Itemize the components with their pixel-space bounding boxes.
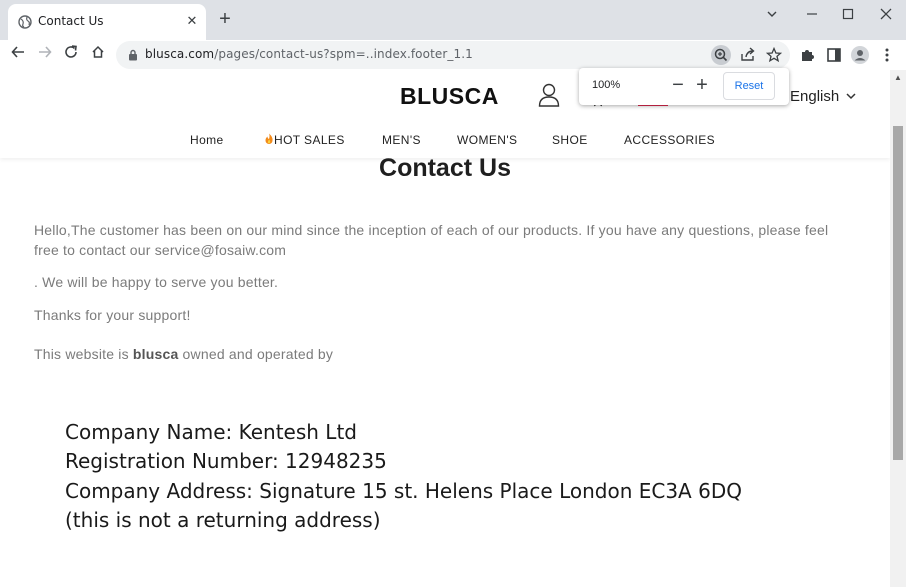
nav-accessories[interactable]: ACCESSORIES (624, 133, 715, 147)
scroll-up-arrow-icon[interactable]: ▲ (894, 73, 902, 82)
zoom-popup: 100% − + Reset (579, 68, 789, 105)
zoom-in-button[interactable]: + (692, 74, 712, 96)
page-title: Contact Us (379, 154, 511, 182)
side-panel-icon[interactable] (824, 45, 844, 65)
url-path: /pages/contact-us?spm=..index.footer_1.1 (214, 47, 473, 61)
home-button[interactable] (88, 45, 108, 65)
ownership-prefix: This website is (34, 346, 133, 362)
thanks-paragraph: Thanks for your support! (34, 307, 191, 323)
tab-close-icon[interactable]: ✕ (184, 13, 200, 29)
back-arrow-icon (11, 46, 24, 58)
tab-strip: Contact Us ✕ + (0, 0, 906, 40)
ownership-suffix: owned and operated by (178, 346, 334, 362)
globe-icon (18, 15, 32, 29)
reload-icon (65, 45, 77, 58)
zoom-icon[interactable] (711, 45, 731, 65)
zoom-level: 100% (592, 79, 621, 91)
reload-button[interactable] (61, 45, 81, 65)
new-tab-button[interactable]: + (216, 9, 234, 29)
address-bar[interactable]: blusca.com/pages/contact-us?spm=..index.… (116, 41, 790, 69)
nav-shoe[interactable]: SHOE (552, 133, 588, 147)
nav-hot-sales-label: HOT SALES (274, 133, 345, 147)
extensions-puzzle-icon[interactable] (798, 45, 818, 65)
url-text: blusca.com/pages/contact-us?spm=..index.… (145, 47, 473, 61)
brand-name: blusca (132, 346, 179, 362)
zoom-out-button[interactable]: − (668, 74, 688, 96)
url-host: blusca.com (145, 47, 215, 61)
site-logo[interactable]: BLUSCA (400, 83, 499, 110)
intro-paragraph: Hello,The customer has been on our mind … (34, 222, 829, 258)
tab-search-icon[interactable] (759, 4, 785, 24)
account-icon[interactable] (538, 83, 560, 107)
zoom-reset-button[interactable]: Reset (723, 72, 775, 100)
tab-contact-us[interactable]: Contact Us ✕ (8, 4, 206, 40)
bookmark-star-icon[interactable] (764, 45, 784, 65)
web-page: BLUSCA English Home HOT SALES MEN'S WOME… (0, 70, 890, 587)
nav-womens[interactable]: WOMEN'S (457, 133, 517, 147)
company-name: Company Name: Kentesh Ltd (65, 420, 357, 444)
lock-icon[interactable] (128, 49, 138, 61)
close-window-button[interactable] (873, 4, 899, 24)
language-selector[interactable]: English (790, 88, 839, 105)
page-scrollbar[interactable]: ▲ (890, 70, 906, 587)
nav-mens[interactable]: MEN'S (382, 133, 421, 147)
share-icon[interactable] (738, 45, 758, 65)
nav-home[interactable]: Home (190, 133, 224, 147)
profile-avatar-icon[interactable] (850, 45, 870, 65)
browser-toolbar: blusca.com/pages/contact-us?spm=..index.… (0, 40, 906, 70)
scroll-thumb[interactable] (893, 126, 903, 460)
back-button[interactable] (8, 45, 28, 65)
address-note: (this is not a returning address) (65, 508, 381, 532)
registration-number: Registration Number: 12948235 (65, 449, 387, 473)
company-address: Company Address: Signature 15 st. Helens… (65, 479, 742, 503)
forward-arrow-icon (39, 46, 52, 58)
maximize-button[interactable] (835, 4, 861, 24)
tab-title: Contact Us (38, 14, 104, 28)
main-navigation: Home HOT SALES MEN'S WOMEN'S SHOE ACCESS… (0, 133, 890, 153)
chevron-down-icon[interactable] (846, 92, 856, 100)
kebab-menu-icon[interactable] (877, 45, 897, 65)
minimize-button[interactable] (799, 4, 825, 24)
ownership-paragraph: This website is blusca owned and operate… (34, 344, 854, 364)
home-icon (92, 45, 104, 58)
fire-icon (265, 133, 273, 144)
nav-hot-sales[interactable]: HOT SALES (264, 133, 345, 147)
forward-button[interactable] (35, 45, 55, 65)
serve-paragraph: . We will be happy to serve you better. (34, 274, 279, 290)
browser-window: Contact Us ✕ + blusca.com/pages/contact-… (0, 0, 906, 587)
